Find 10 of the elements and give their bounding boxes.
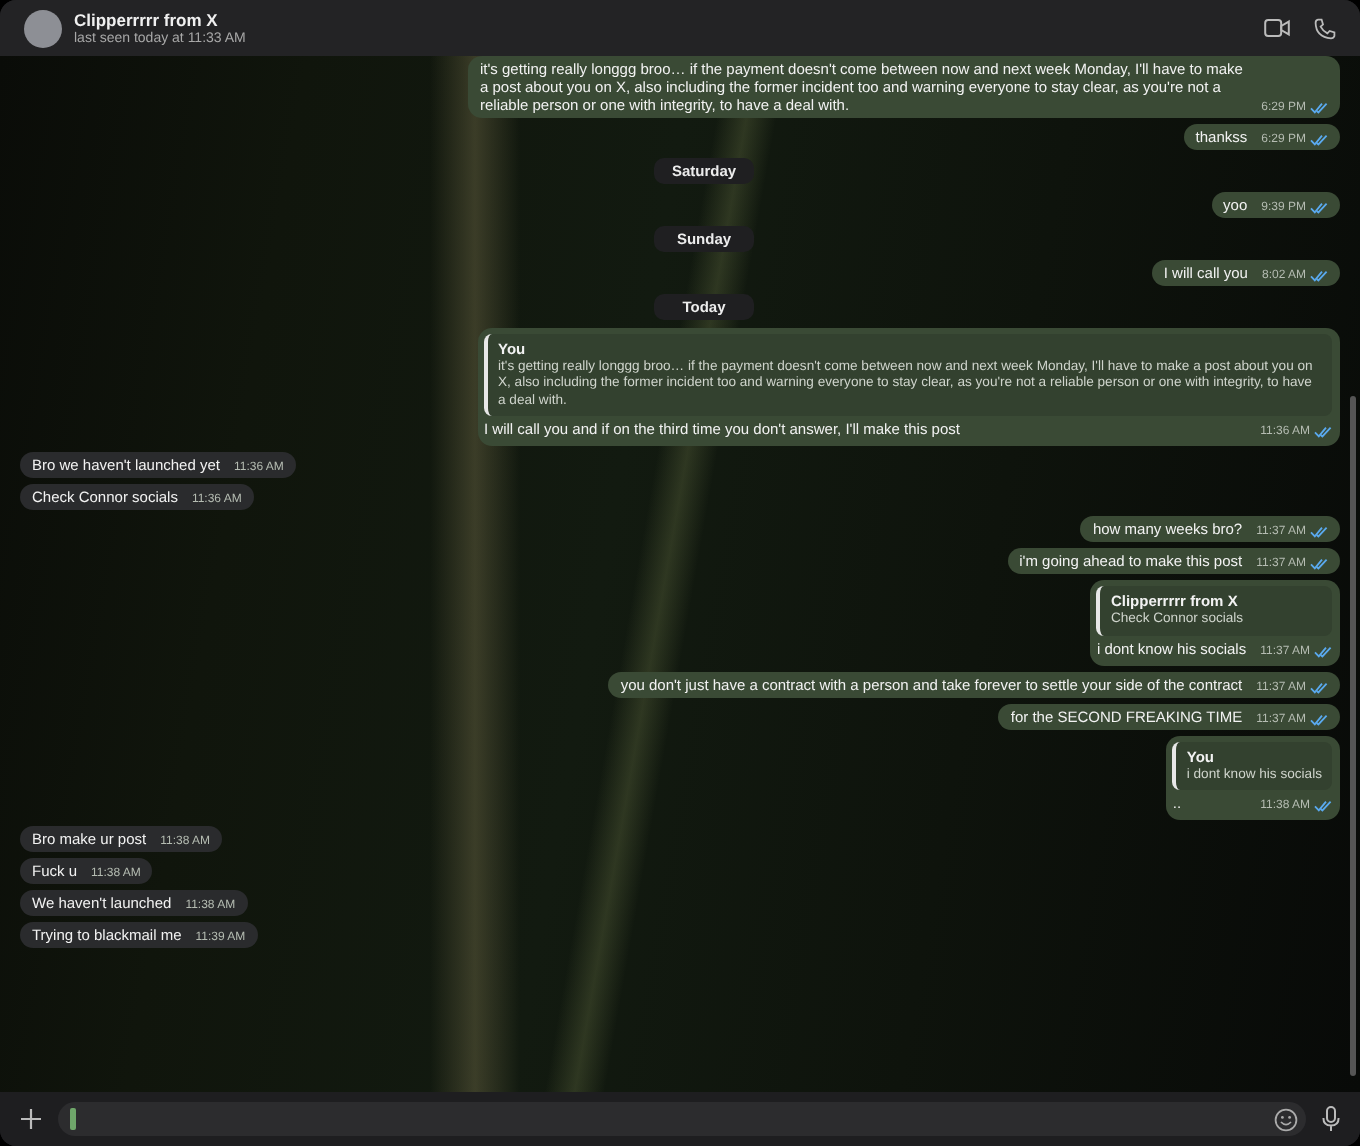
quoted-message[interactable] xyxy=(484,334,1332,417)
text-cursor xyxy=(70,1108,76,1130)
message-input-field[interactable] xyxy=(58,1102,1306,1136)
contact-name: Clipperrrrr from X xyxy=(74,10,220,30)
video-call-icon[interactable] xyxy=(1264,18,1290,38)
microphone-icon[interactable] xyxy=(1322,1106,1340,1132)
avatar xyxy=(24,9,62,47)
phone-icon[interactable] xyxy=(1314,17,1336,39)
emoji-icon[interactable] xyxy=(1274,1107,1298,1131)
add-icon[interactable] xyxy=(20,1108,42,1130)
